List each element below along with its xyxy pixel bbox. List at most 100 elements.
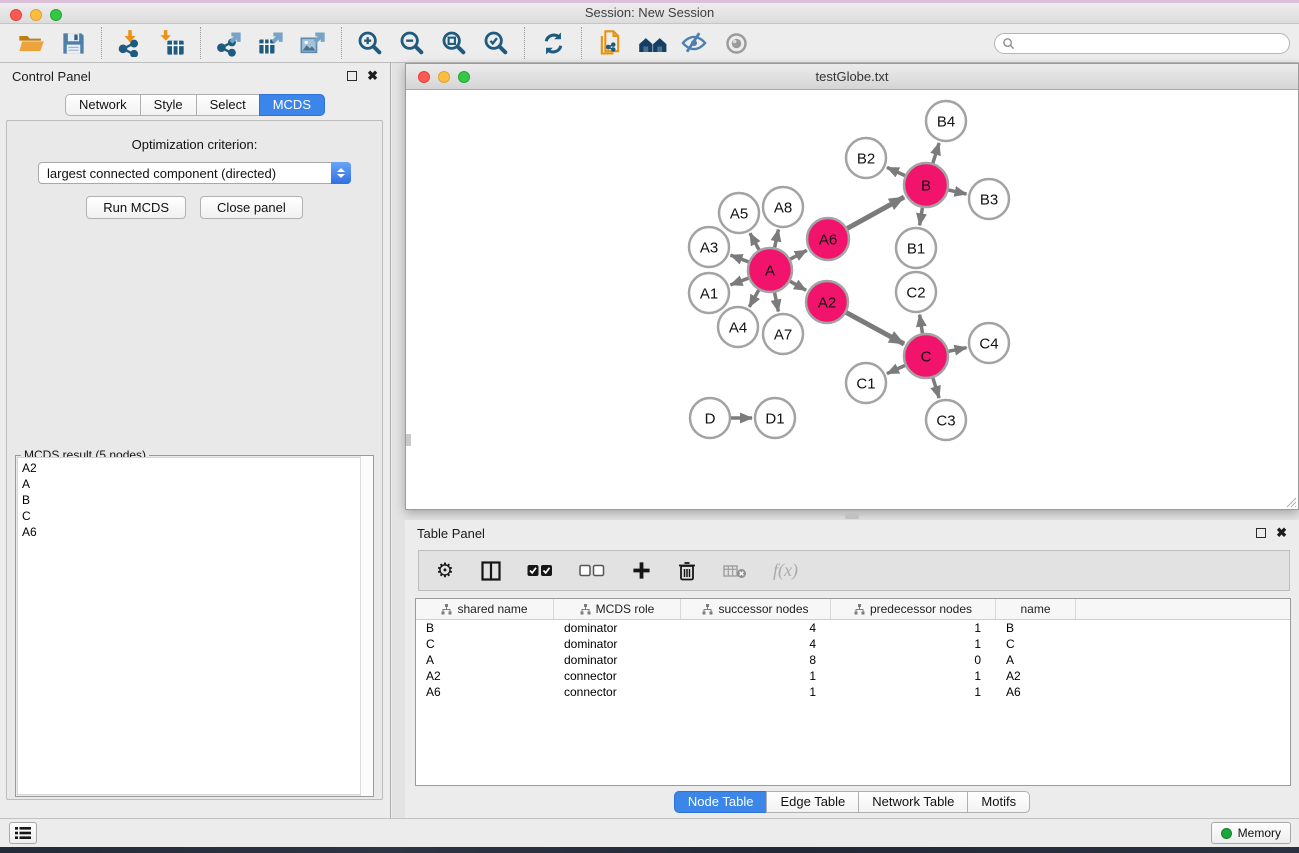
node-C1[interactable]: C1 [846, 363, 886, 403]
node-C[interactable]: C [904, 334, 948, 378]
node-A1[interactable]: A1 [689, 273, 729, 313]
tab-style[interactable]: Style [140, 94, 197, 116]
tab-node-table[interactable]: Node Table [674, 791, 768, 813]
edge-B-B4[interactable] [933, 143, 940, 164]
delete-table-icon[interactable] [723, 559, 747, 583]
node-B1[interactable]: B1 [896, 228, 936, 268]
resize-grip-icon[interactable] [1284, 495, 1297, 508]
select-all-icon[interactable] [527, 559, 553, 583]
column-header-shared-name[interactable]: shared name [416, 599, 554, 619]
result-scrollbar-track[interactable] [360, 456, 373, 796]
criterion-dropdown[interactable]: largest connected component (directed) [38, 162, 351, 184]
node-A3[interactable]: A3 [689, 227, 729, 267]
edge-C-C2[interactable] [920, 315, 923, 335]
node-A4[interactable]: A4 [718, 307, 758, 347]
column-header-predecessor-nodes[interactable]: predecessor nodes [831, 599, 996, 619]
edge-B-B1[interactable] [920, 207, 923, 226]
mcds-result-list[interactable]: A2ABCA6 [17, 457, 372, 795]
node-A7[interactable]: A7 [763, 314, 803, 354]
mcds-result-item[interactable]: A6 [22, 524, 371, 540]
export-table-icon[interactable] [250, 26, 292, 60]
node-C4[interactable]: C4 [969, 323, 1009, 363]
node-C2[interactable]: C2 [896, 272, 936, 312]
node-D[interactable]: D [690, 398, 730, 438]
add-column-icon[interactable] [631, 559, 651, 583]
import-network-icon[interactable] [109, 26, 151, 60]
node-C3[interactable]: C3 [926, 400, 966, 440]
edge-C-C1[interactable] [887, 365, 906, 374]
table-row[interactable]: A2connector11A2 [416, 668, 1290, 684]
tab-select[interactable]: Select [196, 94, 260, 116]
network-zoom-button[interactable] [458, 71, 470, 83]
edge-B-B2[interactable] [887, 167, 906, 176]
edge-C-C3[interactable] [933, 377, 940, 398]
edge-B-B3[interactable] [948, 190, 967, 194]
export-image-icon[interactable] [292, 26, 334, 60]
table-row[interactable]: A6connector11A6 [416, 684, 1290, 700]
export-network-icon[interactable] [208, 26, 250, 60]
tab-network[interactable]: Network [65, 94, 141, 116]
node-A8[interactable]: A8 [763, 187, 803, 227]
node-A2[interactable]: A2 [806, 281, 848, 323]
edge-A-A1[interactable] [731, 278, 750, 285]
apply-layout-icon[interactable] [532, 26, 574, 60]
tab-network-table[interactable]: Network Table [858, 791, 968, 813]
memory-button[interactable]: Memory [1211, 822, 1291, 844]
zoom-fit-icon[interactable] [433, 26, 475, 60]
column-selector-icon[interactable] [481, 559, 501, 583]
reset-view-icon[interactable] [631, 26, 673, 60]
edge-A-A7[interactable] [774, 292, 778, 312]
search-input[interactable] [1015, 37, 1289, 51]
node-B[interactable]: B [904, 163, 948, 207]
search-field[interactable] [994, 33, 1290, 54]
node-B4[interactable]: B4 [926, 101, 966, 141]
zoom-out-icon[interactable] [391, 26, 433, 60]
column-header-successor-nodes[interactable]: successor nodes [681, 599, 831, 619]
mcds-result-item[interactable]: B [22, 492, 371, 508]
delete-column-icon[interactable] [677, 559, 697, 583]
mcds-result-item[interactable]: A [22, 476, 371, 492]
mcds-result-item[interactable]: C [22, 508, 371, 524]
table-row[interactable]: Bdominator41B [416, 620, 1290, 636]
close-panel-button[interactable]: Close panel [200, 196, 303, 219]
import-table-icon[interactable] [151, 26, 193, 60]
network-canvas[interactable]: B4B2BB3A5A8A6B1A3AC2A1A2A4A7C4CC1DD1C3 [406, 90, 1298, 509]
hide-panels-icon[interactable] [673, 26, 715, 60]
table-row[interactable]: Cdominator41C [416, 636, 1290, 652]
node-B2[interactable]: B2 [846, 138, 886, 178]
table-settings-icon[interactable]: ⚙ [435, 559, 455, 583]
tab-mcds[interactable]: MCDS [259, 94, 325, 116]
node-A[interactable]: A [748, 248, 792, 292]
zoom-window-button[interactable] [50, 9, 62, 21]
zoom-in-icon[interactable] [349, 26, 391, 60]
deselect-all-icon[interactable] [579, 559, 605, 583]
open-session-icon[interactable] [10, 26, 52, 60]
table-row[interactable]: Adominator80A [416, 652, 1290, 668]
edge-A-A2[interactable] [789, 281, 806, 291]
tab-edge-table[interactable]: Edge Table [766, 791, 859, 813]
node-A6[interactable]: A6 [807, 218, 849, 260]
node-A5[interactable]: A5 [719, 193, 759, 233]
float-panel-icon[interactable] [347, 71, 357, 81]
network-close-button[interactable] [418, 71, 430, 83]
mcds-result-item[interactable]: A2 [22, 460, 371, 476]
edge-A-A3[interactable] [731, 255, 750, 262]
run-mcds-button[interactable]: Run MCDS [86, 196, 186, 219]
task-history-button[interactable] [9, 822, 37, 844]
edge-A-A8[interactable] [774, 230, 778, 249]
edge-A-A6[interactable] [789, 250, 806, 259]
network-minimize-button[interactable] [438, 71, 450, 83]
tab-motifs[interactable]: Motifs [967, 791, 1030, 813]
node-B3[interactable]: B3 [969, 179, 1009, 219]
zoom-selected-icon[interactable] [475, 26, 517, 60]
edge-A2-C[interactable] [845, 312, 904, 344]
save-session-icon[interactable] [52, 26, 94, 60]
network-window-titlebar[interactable]: testGlobe.txt [406, 64, 1298, 90]
show-panels-icon[interactable] [715, 26, 757, 60]
function-builder-icon[interactable]: f(x) [773, 559, 798, 583]
close-panel-icon[interactable]: ✖ [367, 71, 378, 81]
column-header-name[interactable]: name [996, 599, 1076, 619]
column-header-MCDS-role[interactable]: MCDS role [554, 599, 681, 619]
float-table-panel-icon[interactable] [1256, 528, 1266, 538]
new-network-icon[interactable] [589, 26, 631, 60]
